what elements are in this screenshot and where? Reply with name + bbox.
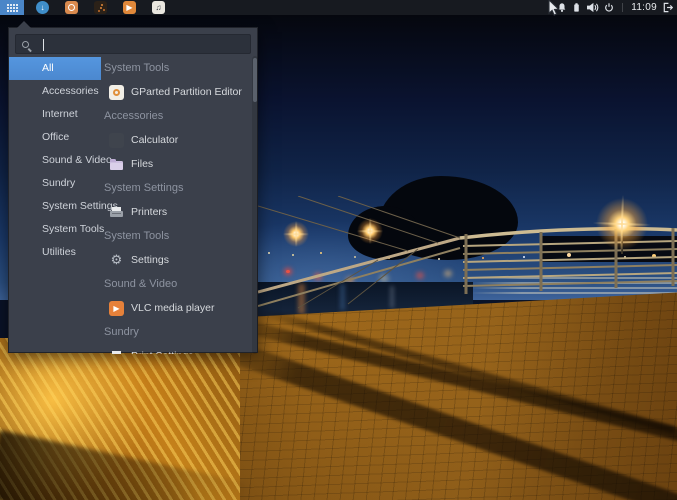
power-icon[interactable] (604, 2, 614, 13)
app-calculator[interactable]: Calculator (101, 128, 259, 152)
category-sundry[interactable]: Sundry (9, 172, 101, 195)
volume-icon[interactable] (586, 2, 599, 13)
streetlight-icon (283, 221, 309, 247)
gear-icon: ⚙ (110, 252, 123, 267)
vlc-icon: ▶ (109, 300, 124, 316)
search-icon (22, 40, 29, 48)
applications-menu-popup: All Accessories Internet Office Sound & … (8, 21, 259, 354)
launcher-bar: ↓ ▶ ♫ (36, 1, 165, 14)
app-label: Files (131, 158, 154, 170)
files-folder-icon (109, 157, 124, 172)
category-list: All Accessories Internet Office Sound & … (9, 56, 118, 354)
top-panel: ↓ ▶ ♫ 11:09 (0, 0, 677, 15)
streetlight-icon (595, 197, 649, 251)
section-header: System Settings (104, 182, 184, 194)
logout-icon[interactable] (662, 2, 673, 13)
section-header: Accessories (104, 110, 164, 122)
calculator-icon (109, 132, 124, 148)
search-bar[interactable] (15, 34, 251, 54)
category-system-settings[interactable]: System Settings (9, 195, 118, 218)
category-utilities[interactable]: Utilities (9, 241, 101, 264)
clock[interactable]: 11:09 (631, 2, 657, 13)
popup-arrow (17, 21, 31, 28)
app-label: Calculator (131, 134, 179, 146)
battery-icon[interactable] (572, 2, 581, 13)
section-header: Sound & Video (104, 278, 178, 290)
panel-separator (622, 3, 624, 12)
section-header: System Tools (104, 230, 170, 242)
notification-bell-icon[interactable] (557, 2, 567, 13)
applications-menu-button[interactable] (0, 0, 24, 15)
app-settings[interactable]: ⚙ Settings (101, 248, 259, 272)
music-player-icon[interactable]: ♫ (152, 1, 165, 14)
printer-icon (109, 349, 124, 354)
section-header: System Tools (104, 62, 170, 74)
grid-menu-icon (6, 3, 18, 12)
streetlight-icon (357, 218, 383, 244)
media-player-icon[interactable]: ▶ (123, 1, 136, 14)
app-label: Settings (131, 254, 169, 266)
app-vlc[interactable]: ▶ VLC media player (101, 296, 259, 320)
category-sound-video[interactable]: Sound & Video (9, 149, 112, 172)
ring-icon (68, 4, 75, 11)
app-printers[interactable]: Printers (101, 200, 259, 224)
printer-icon (109, 205, 124, 220)
app-label: Print Settings (131, 350, 193, 354)
search-input[interactable] (29, 35, 250, 53)
desktop: ↓ ▶ ♫ 11:09 All Accessories Internet Off… (0, 0, 677, 500)
app-gparted[interactable]: GParted Partition Editor (101, 80, 259, 104)
app-label: VLC media player (131, 302, 215, 314)
text-caret (43, 39, 44, 51)
gparted-icon (109, 84, 124, 100)
backup-utility-icon[interactable] (65, 1, 78, 14)
cookie-icon (99, 6, 102, 9)
category-accessories[interactable]: Accessories (9, 80, 101, 103)
app-label: GParted Partition Editor (131, 86, 242, 98)
category-internet[interactable]: Internet (9, 103, 101, 126)
games-app-icon[interactable] (94, 1, 107, 14)
app-label: Printers (131, 206, 168, 218)
app-list: System Tools GParted Partition Editor Ac… (101, 56, 259, 354)
software-updater-icon[interactable]: ↓ (36, 1, 49, 14)
status-area: 11:09 (557, 2, 677, 13)
section-header: Sundry (104, 326, 139, 338)
menu-body: All Accessories Internet Office Sound & … (9, 56, 259, 354)
scrollbar-thumb[interactable] (253, 58, 257, 102)
scrollbar[interactable] (252, 56, 258, 354)
app-print-settings[interactable]: Print Settings (101, 344, 259, 354)
app-files[interactable]: Files (101, 152, 259, 176)
category-all[interactable]: All (9, 57, 101, 80)
category-office[interactable]: Office (9, 126, 101, 149)
category-system-tools[interactable]: System Tools (9, 218, 104, 241)
